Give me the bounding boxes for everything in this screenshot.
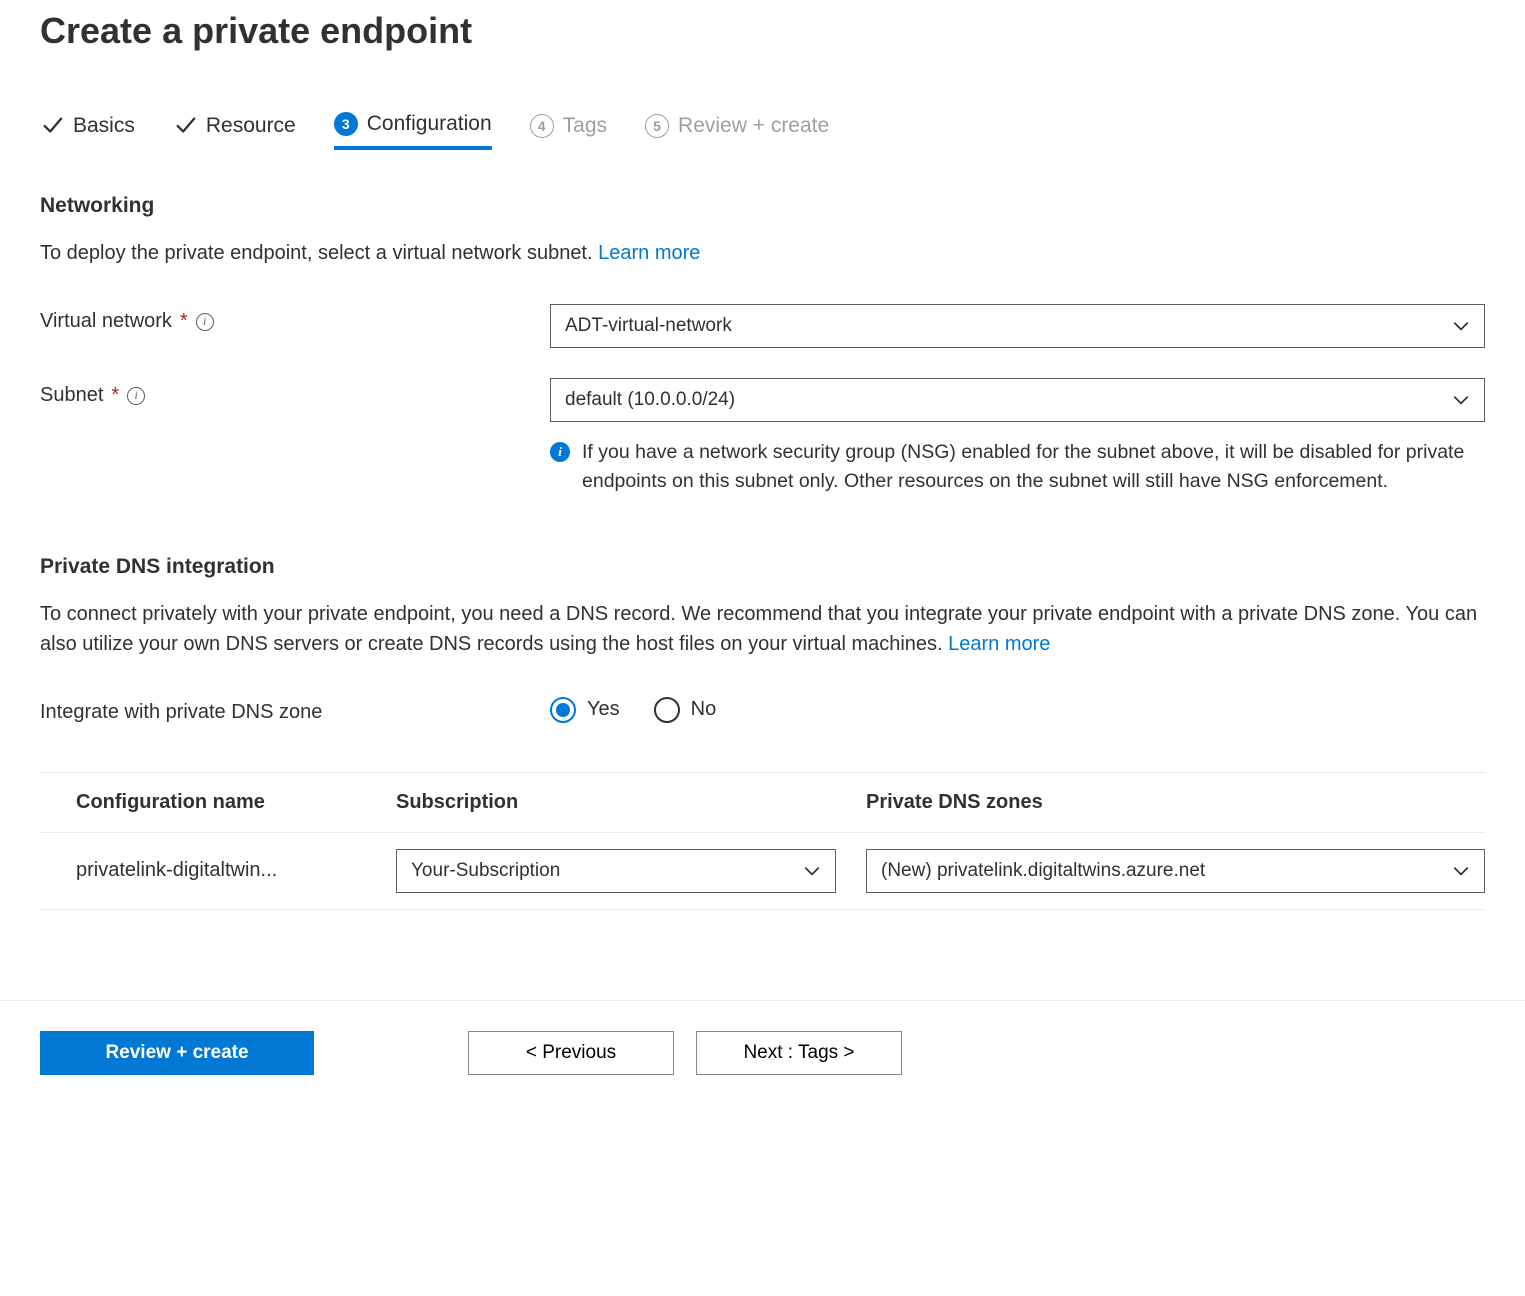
nsg-note: i If you have a network security group (… [550,438,1485,497]
page-title: Create a private endpoint [40,10,1485,52]
step-number-icon: 5 [645,114,669,138]
next-button[interactable]: Next : Tags > [696,1031,902,1075]
footer-divider [0,1000,1525,1001]
chevron-down-icon [1452,391,1470,409]
column-private-dns-zones: Private DNS zones [866,791,1485,814]
radio-yes[interactable]: Yes [550,697,620,723]
required-asterisk-icon: * [180,310,188,333]
radio-no[interactable]: No [654,697,717,723]
chevron-down-icon [1452,862,1470,880]
info-icon: i [550,442,570,462]
radio-icon [654,697,680,723]
select-value: Your-Subscription [411,860,560,882]
footer-buttons: Review + create < Previous Next : Tags > [40,1031,1485,1107]
subscription-select[interactable]: Your-Subscription [396,849,836,893]
networking-description: To deploy the private endpoint, select a… [40,238,1485,268]
chevron-down-icon [1452,317,1470,335]
dns-zones-table: Configuration name Subscription Private … [40,772,1485,910]
virtual-network-select[interactable]: ADT-virtual-network [550,304,1485,348]
info-icon[interactable]: i [127,387,145,405]
cell-configuration-name: privatelink-digitaltwin... [76,859,396,882]
tab-basics[interactable]: Basics [40,114,135,148]
select-value: ADT-virtual-network [565,315,732,337]
previous-button[interactable]: < Previous [468,1031,674,1075]
tab-label: Resource [206,114,296,138]
checkmark-icon [173,114,197,138]
integrate-dns-radio-group: Yes No [550,695,716,723]
table-row: privatelink-digitaltwin... Your-Subscrip… [40,833,1485,910]
radio-icon [550,697,576,723]
learn-more-link[interactable]: Learn more [948,633,1050,655]
dns-zone-select[interactable]: (New) privatelink.digitaltwins.azure.net [866,849,1485,893]
learn-more-link[interactable]: Learn more [598,242,700,264]
networking-heading: Networking [40,194,1485,218]
integrate-dns-label: Integrate with private DNS zone [40,695,550,724]
tab-label: Review + create [678,114,829,138]
subnet-select[interactable]: default (10.0.0.0/24) [550,378,1485,422]
subnet-label: Subnet * i [40,378,550,407]
required-asterisk-icon: * [111,384,119,407]
tab-resource[interactable]: Resource [173,114,296,148]
tab-label: Tags [563,114,607,138]
checkmark-icon [40,114,64,138]
chevron-down-icon [803,862,821,880]
virtual-network-label: Virtual network * i [40,304,550,333]
tab-review-create[interactable]: 5 Review + create [645,114,829,148]
select-value: (New) privatelink.digitaltwins.azure.net [881,860,1205,882]
step-number-icon: 3 [334,112,358,136]
tab-configuration[interactable]: 3 Configuration [334,112,492,150]
dns-description: To connect privately with your private e… [40,599,1485,659]
wizard-tabs: Basics Resource 3 Configuration 4 Tags 5… [40,112,1485,150]
review-create-button[interactable]: Review + create [40,1031,314,1075]
column-configuration-name: Configuration name [76,791,396,814]
tab-label: Basics [73,114,135,138]
tab-label: Configuration [367,112,492,136]
column-subscription: Subscription [396,791,866,814]
step-number-icon: 4 [530,114,554,138]
info-icon[interactable]: i [196,313,214,331]
table-header: Configuration name Subscription Private … [40,773,1485,833]
select-value: default (10.0.0.0/24) [565,389,735,411]
tab-tags[interactable]: 4 Tags [530,114,607,148]
dns-heading: Private DNS integration [40,555,1485,579]
